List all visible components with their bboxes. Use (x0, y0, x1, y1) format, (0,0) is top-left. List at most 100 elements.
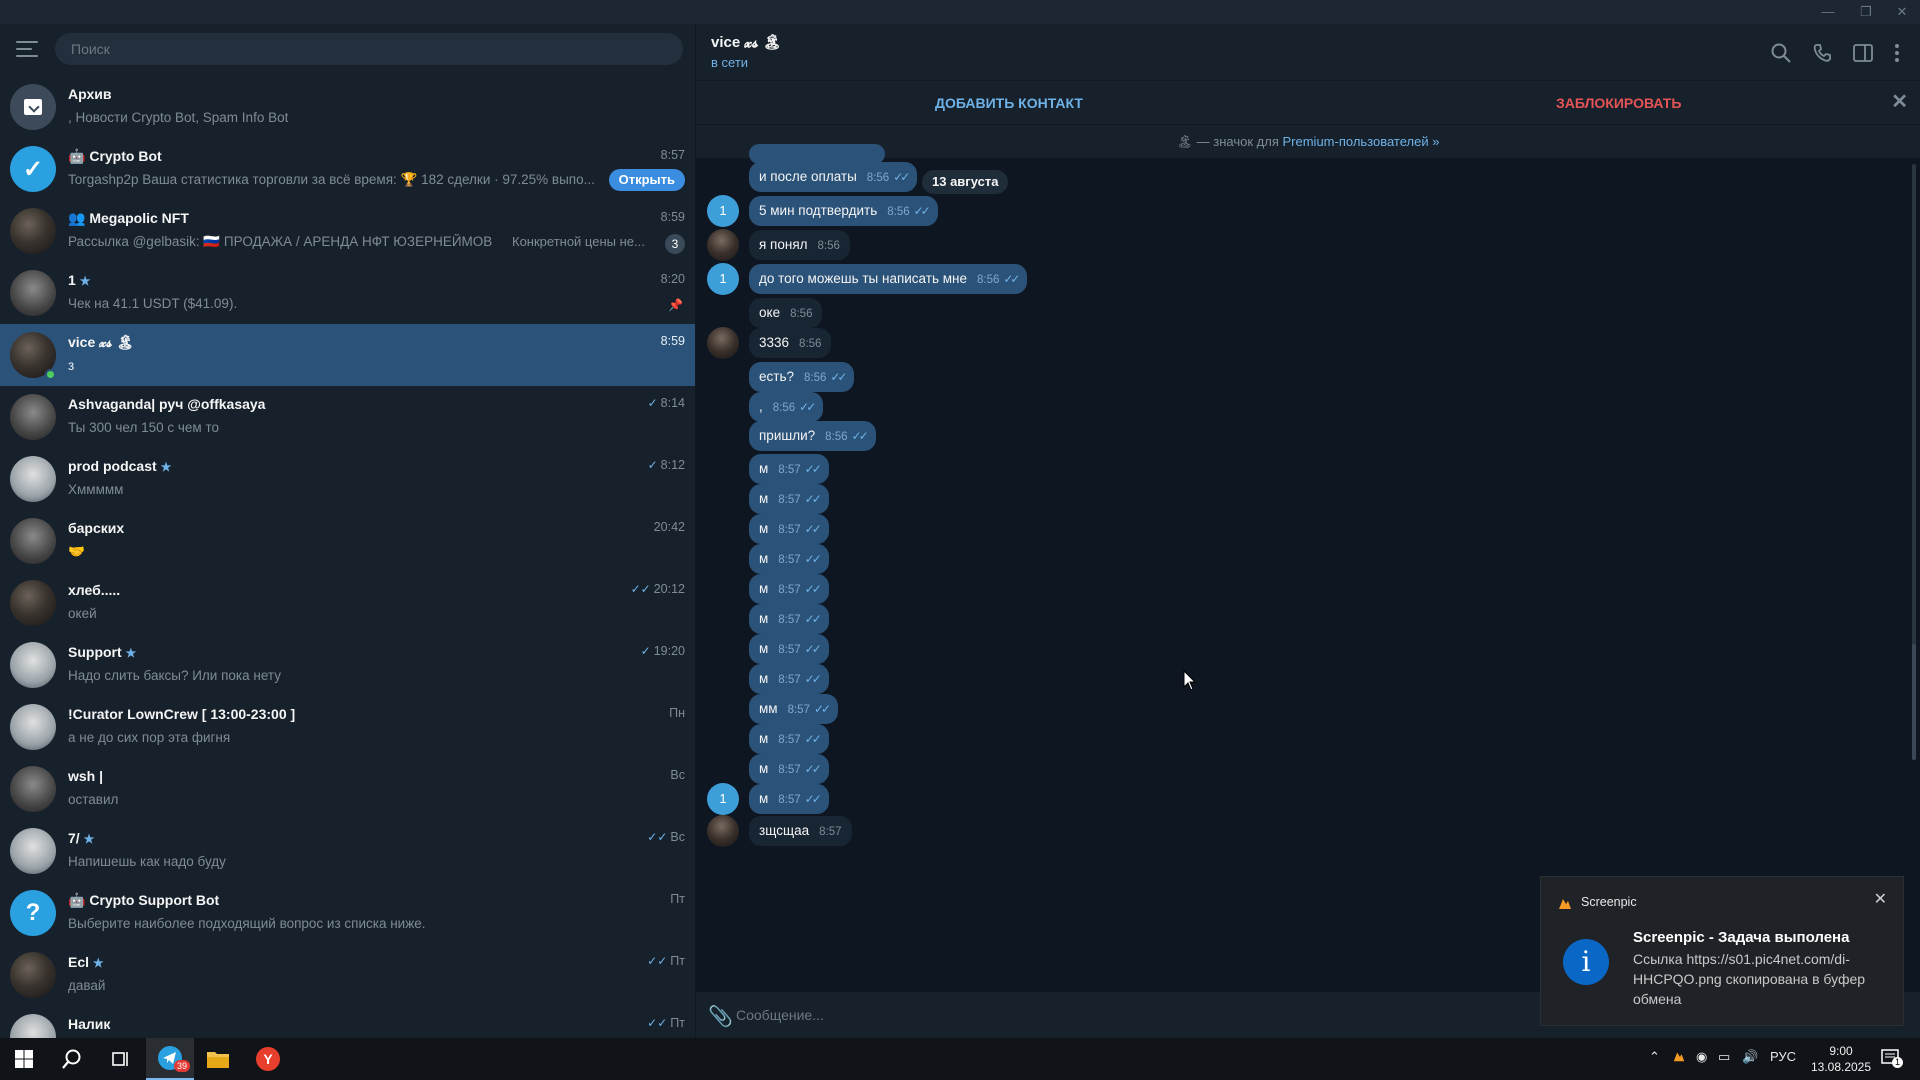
taskbar-yandex-browser[interactable]: Y (244, 1038, 292, 1080)
search-input[interactable]: Поиск (55, 33, 683, 65)
chat-avatar (10, 580, 56, 626)
chat-item-nalik[interactable]: Налик ✓✓ Пт (0, 1006, 695, 1038)
start-button[interactable] (0, 1038, 48, 1080)
attach-icon[interactable]: 📎 (708, 1004, 733, 1029)
message-input[interactable] (736, 1002, 1636, 1028)
search-icon (62, 1049, 81, 1069)
message-text: 5 мин подтвердить (759, 203, 878, 218)
notification-close-icon[interactable]: ✕ (1874, 889, 1887, 909)
close-action-bar-icon[interactable]: ✕ (1891, 89, 1908, 114)
my-avatar[interactable]: 1 (707, 195, 739, 227)
chat-item-barskih[interactable]: барских 🤝 20:42 (0, 510, 695, 572)
toast-notification[interactable]: Screenpic ✕ i Screenpic - Задача выполен… (1540, 876, 1904, 1026)
chat-item-archive[interactable]: Архив , Новости Crypto Bot, Spam Info Bo… (0, 76, 695, 138)
chat-time: Вс (670, 768, 685, 782)
premium-link[interactable]: Premium-пользователей » (1283, 134, 1440, 149)
chat-preview: оставил (68, 792, 119, 807)
action-center-icon[interactable]: 1 (1880, 1047, 1904, 1070)
chat-name: prod podcast ★ (68, 458, 172, 474)
message-bubble[interactable]: м 8:57 ✓✓ (749, 784, 829, 814)
search-icon[interactable] (1770, 42, 1792, 64)
chat-item-hleb[interactable]: хлеб..... окей ✓✓ 20:12 (0, 572, 695, 634)
chat-item-7[interactable]: 7/ ★ Напишешь как надо буду ✓✓ Вс (0, 820, 695, 882)
chat-item-ecl[interactable]: Ecl ★ давай ✓✓ Пт (0, 944, 695, 1006)
megapolic-avatar (10, 208, 56, 254)
tray-webcam-icon[interactable]: ◉ (1696, 1049, 1707, 1065)
message-bubble[interactable]: мм 8:57 ✓✓ (749, 694, 839, 724)
message-text: я понял (759, 237, 808, 252)
message-bubble[interactable]: м 8:57 ✓✓ (749, 544, 829, 574)
hamburger-menu-icon[interactable] (16, 41, 38, 59)
block-button[interactable]: ЗАБЛОКИРОВАТЬ (1556, 95, 1681, 111)
tray-screenpic-icon[interactable] (1672, 1049, 1686, 1066)
message-text: м (759, 551, 769, 566)
message-bubble[interactable]: м 8:57 ✓✓ (749, 604, 829, 634)
message-bubble[interactable]: м 8:57 ✓✓ (749, 664, 829, 694)
my-avatar[interactable]: 1 (707, 263, 739, 295)
message-text: м (759, 491, 769, 506)
contact-avatar[interactable] (707, 815, 739, 847)
chat-name: !Curator LownCrew [ 13:00-23:00 ] (68, 706, 296, 722)
message-bubble[interactable]: м 8:57 ✓✓ (749, 754, 829, 784)
more-options-icon[interactable] (1886, 42, 1908, 64)
contact-name[interactable]: vice 𝔁𝓼 🏝 (711, 33, 782, 51)
chat-name: Ashvaganda| руч @offkasaya (68, 396, 266, 412)
message-bubble[interactable]: и после оплаты 8:56 ✓✓ (749, 162, 918, 192)
message-text: и после оплаты (759, 169, 857, 184)
contact-avatar[interactable] (707, 327, 739, 359)
message-bubble[interactable]: м 8:57 ✓✓ (749, 454, 829, 484)
chat-preview: , Новости Crypto Bot, Spam Info Bot (68, 110, 289, 125)
message-bubble[interactable]: м 8:57 ✓✓ (749, 574, 829, 604)
chat-time: 8:20 (660, 272, 685, 286)
sidebar-toggle-icon[interactable] (1852, 42, 1874, 64)
chat-time: ✓ 8:14 (647, 396, 685, 410)
title-bar: — ❐ ✕ (0, 0, 1920, 24)
chat-item-support[interactable]: Support ★ Надо слить баксы? Или пока нет… (0, 634, 695, 696)
open-button[interactable]: Открыть (608, 169, 685, 191)
chat-item-vice[interactable]: vice 𝔁𝓼 🏝 з 8:59 (0, 324, 695, 386)
message-bubble[interactable]: пришли? 8:56 ✓✓ (749, 421, 876, 451)
maximize-button[interactable]: ❐ (1848, 2, 1884, 22)
volume-icon[interactable]: 🔊 (1742, 1049, 1758, 1065)
add-contact-button[interactable]: ДОБАВИТЬ КОНТАКТ (935, 95, 1083, 111)
message-bubble[interactable]: зщсщаа 8:57 (749, 816, 852, 846)
tray-expand-icon[interactable]: ⌃ (1649, 1049, 1660, 1065)
message-bubble[interactable]: м 8:57 ✓✓ (749, 484, 829, 514)
language-indicator[interactable]: РУС (1770, 1049, 1796, 1064)
taskbar-search-button[interactable] (48, 1038, 96, 1080)
chat-item-megapolic[interactable]: 👥 Megapolic NFT Рассылка @gelbasik: 🇷🇺 П… (0, 200, 695, 262)
message-bubble[interactable]: м 8:57 ✓✓ (749, 514, 829, 544)
message-text: м (759, 611, 769, 626)
message-bubble[interactable]: м 8:57 ✓✓ (749, 634, 829, 664)
message-bubble[interactable]: , 8:56 ✓✓ (749, 392, 824, 422)
network-icon[interactable]: ▭ (1718, 1049, 1730, 1065)
taskbar-file-explorer[interactable] (194, 1038, 242, 1080)
contact-avatar[interactable] (707, 229, 739, 261)
chat-item-curator[interactable]: !Curator LownCrew [ 13:00-23:00 ] а не д… (0, 696, 695, 758)
double-check-icon: ✓✓ (1003, 272, 1020, 286)
taskbar-telegram[interactable]: 39 (146, 1038, 194, 1080)
chat-item-crypto-support-bot[interactable]: ? 🤖 Crypto Support Bot Выберите наиболее… (0, 882, 695, 944)
close-window-button[interactable]: ✕ (1884, 2, 1920, 22)
phone-icon[interactable] (1811, 42, 1833, 64)
my-avatar[interactable]: 1 (707, 783, 739, 815)
task-view-button[interactable] (96, 1038, 144, 1080)
message-bubble[interactable]: оке 8:56 (749, 298, 823, 328)
message-bubble[interactable]: 3336 8:56 (749, 328, 832, 358)
chat-item-prod-podcast[interactable]: prod podcast ★ Хммммм ✓ 8:12 (0, 448, 695, 510)
chat-item-wsh[interactable]: wsh | оставил Вс (0, 758, 695, 820)
chat-item-crypto-bot[interactable]: ✓ 🤖 Crypto Bot Torgashp2p Ваша статистик… (0, 138, 695, 200)
conversation-header[interactable]: vice 𝔁𝓼 🏝 в сети (696, 24, 1920, 80)
message-time: 8:56 (887, 206, 910, 218)
message-bubble[interactable]: есть? 8:56 ✓✓ (749, 362, 855, 392)
telegram-app: — ❐ ✕ Поиск Архив , Новости Crypto Bot, … (0, 0, 1920, 1080)
message-bubble[interactable]: до того можешь ты написать мне 8:56 ✓✓ (749, 264, 1028, 294)
message-bubble[interactable]: м 8:57 ✓✓ (749, 724, 829, 754)
taskbar-clock[interactable]: 9:00 13.08.2025 (1806, 1043, 1876, 1075)
scrollbar-thumb[interactable] (1912, 644, 1916, 760)
message-bubble[interactable]: я понял 8:56 (749, 230, 850, 260)
message-bubble[interactable]: 5 мин подтвердить 8:56 ✓✓ (749, 196, 938, 226)
chat-item-1[interactable]: 1 ★ Чек на 41.1 USDT ($41.09). 8:20 📌 (0, 262, 695, 324)
chat-item-ashvaganda[interactable]: Ashvaganda| руч @offkasaya Ты 300 чел 15… (0, 386, 695, 448)
minimize-button[interactable]: — (1810, 2, 1846, 22)
